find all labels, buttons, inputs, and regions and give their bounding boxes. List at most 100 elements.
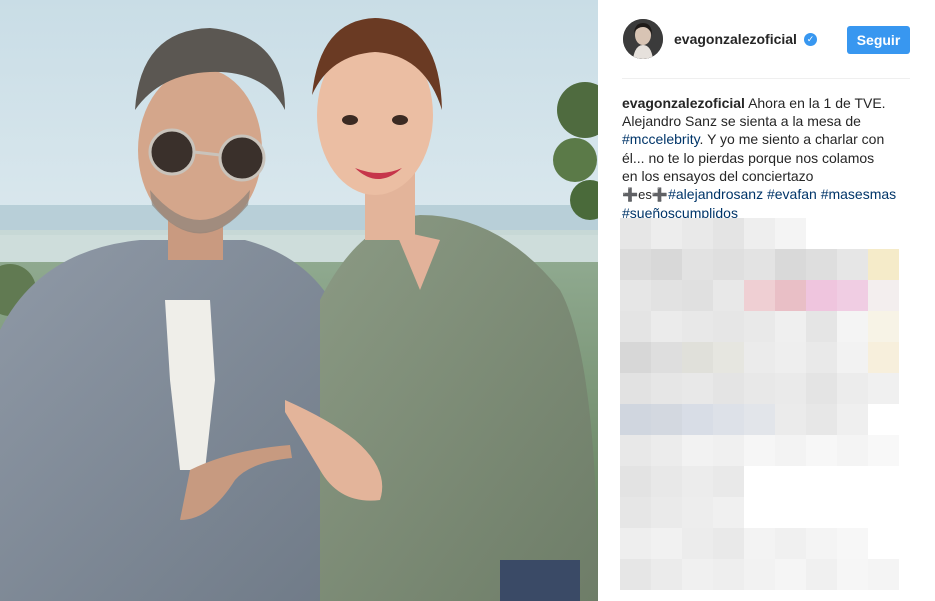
pixelated-block <box>713 311 744 342</box>
pixelated-block <box>651 249 682 280</box>
caption-text-line5: en los ensayos del conciertazo <box>622 167 814 184</box>
pixelated-block <box>620 218 651 249</box>
pixelated-block <box>651 373 682 404</box>
pixelated-block <box>806 528 837 559</box>
post-photo-illustration <box>0 0 598 601</box>
pixelated-block <box>775 218 806 249</box>
hashtag-link[interactable]: #mccelebrity <box>622 131 700 147</box>
pixelated-block <box>620 559 651 590</box>
pixelated-block <box>651 466 682 497</box>
pixelated-block <box>713 280 744 311</box>
pixelated-block <box>868 311 899 342</box>
pixelated-block <box>620 249 651 280</box>
pixelated-block <box>620 404 651 435</box>
pixelated-block <box>806 404 837 435</box>
pixelated-block <box>806 311 837 342</box>
pixelated-block <box>713 373 744 404</box>
pixelated-block <box>713 218 744 249</box>
post-photo <box>0 0 598 601</box>
pixelated-block <box>713 435 744 466</box>
pixelated-block <box>775 311 806 342</box>
pixelated-comments-area <box>620 218 935 601</box>
verified-check-icon: ✓ <box>804 33 817 46</box>
caption-text-line1: Ahora en la 1 de TVE. <box>748 95 886 111</box>
pixelated-block <box>744 249 775 280</box>
pixelated-block <box>682 218 713 249</box>
hashtag-link[interactable]: #masesmas <box>821 186 896 202</box>
username-link[interactable]: evagonzalezoficial <box>674 31 797 47</box>
pixelated-block <box>713 497 744 528</box>
post-side-panel: evagonzalezoficial ✓ Seguir evagonzalezo… <box>598 0 935 601</box>
pixelated-block <box>837 404 868 435</box>
pixelated-block <box>868 249 899 280</box>
pixelated-block <box>682 311 713 342</box>
pixelated-block <box>806 373 837 404</box>
post-header: evagonzalezoficial ✓ Seguir <box>598 0 935 78</box>
pixelated-block <box>868 435 899 466</box>
pixelated-block <box>620 435 651 466</box>
pixelated-block <box>651 311 682 342</box>
pixelated-block <box>682 373 713 404</box>
caption-text-line4: él... no te lo pierdas porque nos colamo… <box>622 149 875 166</box>
pixelated-block <box>620 373 651 404</box>
pixelated-block <box>682 342 713 373</box>
post-caption: evagonzalezoficial Ahora en la 1 de TVE.… <box>622 94 912 222</box>
pixelated-block <box>868 342 899 373</box>
pixelated-block <box>620 311 651 342</box>
pixelated-block <box>806 559 837 590</box>
pixelated-block <box>713 528 744 559</box>
caption-text-line2: Alejandro Sanz se sienta a la mesa de <box>622 113 861 130</box>
header-divider <box>622 78 910 79</box>
pixelated-block <box>682 435 713 466</box>
pixelated-block <box>620 466 651 497</box>
pixelated-block <box>837 435 868 466</box>
pixelated-block <box>682 466 713 497</box>
pixelated-block <box>837 528 868 559</box>
pixelated-block <box>744 280 775 311</box>
pixelated-block <box>775 280 806 311</box>
avatar[interactable] <box>623 19 663 59</box>
pixelated-block <box>744 404 775 435</box>
pixelated-block <box>682 497 713 528</box>
pixelated-block <box>620 280 651 311</box>
pixelated-block <box>837 373 868 404</box>
caption-text-line6-prefix: ➕es➕ <box>622 187 669 203</box>
pixelated-block <box>837 280 868 311</box>
pixelated-block <box>775 435 806 466</box>
caption-username-link[interactable]: evagonzalezoficial <box>622 95 745 111</box>
pixelated-block <box>775 528 806 559</box>
avatar-image <box>623 19 663 59</box>
pixelated-block <box>744 559 775 590</box>
hashtag-link[interactable]: #alejandrosanz <box>668 186 763 202</box>
pixelated-block <box>713 249 744 280</box>
pixelated-block <box>682 404 713 435</box>
pixelated-block <box>713 342 744 373</box>
pixelated-block <box>868 280 899 311</box>
follow-button[interactable]: Seguir <box>847 26 910 54</box>
pixelated-block <box>868 559 899 590</box>
pixelated-block <box>682 559 713 590</box>
pixelated-block <box>651 435 682 466</box>
pixelated-block <box>651 280 682 311</box>
pixelated-block <box>775 249 806 280</box>
pixelated-block <box>744 342 775 373</box>
pixelated-block <box>837 559 868 590</box>
pixelated-block <box>651 528 682 559</box>
pixelated-block <box>620 497 651 528</box>
hashtag-link[interactable]: #evafan <box>767 186 817 202</box>
pixelated-block <box>837 249 868 280</box>
pixelated-block <box>682 280 713 311</box>
pixelated-block <box>651 559 682 590</box>
pixelated-block <box>651 342 682 373</box>
pixelated-block <box>620 342 651 373</box>
pixelated-block <box>744 311 775 342</box>
pixelated-block <box>682 528 713 559</box>
pixelated-block <box>806 280 837 311</box>
pixelated-block <box>837 342 868 373</box>
pixelated-block <box>806 342 837 373</box>
pixelated-block <box>713 404 744 435</box>
pixelated-block <box>682 249 713 280</box>
pixelated-block <box>744 528 775 559</box>
pixelated-block <box>744 218 775 249</box>
pixelated-block <box>868 373 899 404</box>
